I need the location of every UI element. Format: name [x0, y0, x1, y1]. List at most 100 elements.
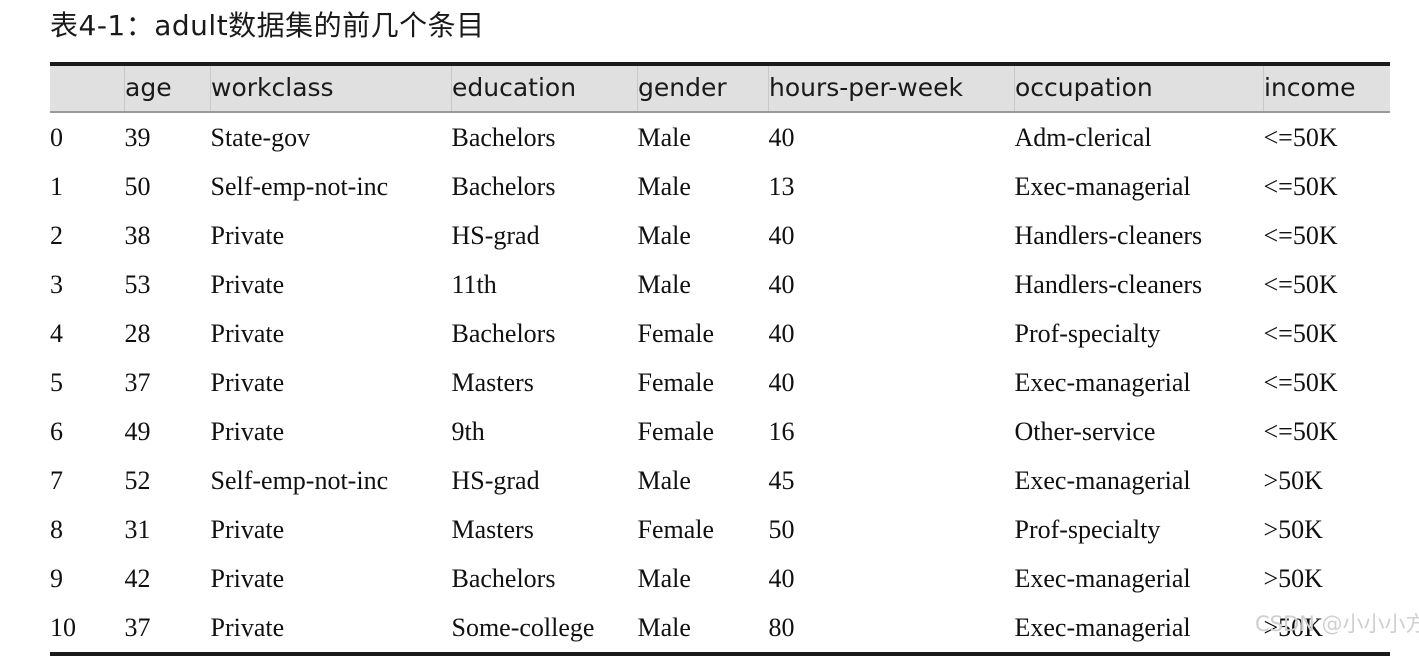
cell-age: 31 — [124, 515, 151, 544]
cell-hours-per-week: 40 — [768, 221, 795, 250]
cell-income: >50K — [1263, 603, 1390, 656]
cell-index: 4 — [50, 319, 63, 348]
cell-gender: Male — [637, 123, 691, 152]
cell-workclass: State-gov — [210, 123, 311, 152]
cell-education: 11th — [451, 270, 497, 299]
cell-hours-per-week: 40 — [768, 123, 795, 152]
cell-workclass: Private — [210, 417, 285, 446]
cell-index: 2 — [50, 221, 63, 250]
cell-income: >50K — [1263, 564, 1323, 593]
cell-gender: Female — [637, 368, 715, 397]
table-row[interactable]: 2 38 Private HS-grad Male 40 Handlers-cleaners… — [50, 211, 1390, 260]
dataframe-table: age workclass education gender hours-per… — [50, 62, 1390, 656]
cell-gender: Male — [637, 172, 691, 201]
cell-age: 42 — [124, 564, 151, 593]
cell-index: 3 — [50, 270, 63, 299]
column-header-age[interactable]: age — [124, 62, 211, 113]
column-header-gender[interactable]: gender — [637, 62, 769, 113]
cell-income: <=50K — [1263, 270, 1338, 299]
table-row[interactable]: 9 42 Private Bachelors Male 40 Exec-managerial… — [50, 554, 1390, 603]
column-header-hours-per-week[interactable]: hours-per-week — [768, 62, 1015, 113]
cell-education: HS-grad — [451, 466, 540, 495]
cell-occupation: Exec-managerial — [1014, 368, 1191, 397]
cell-hours-per-week: 40 — [768, 319, 795, 348]
cell-education: Bachelors — [451, 123, 556, 152]
cell-gender: Female — [637, 417, 715, 446]
table-row[interactable]: 4 28 Private Bachelors Female 40 Prof-specialt… — [50, 309, 1390, 358]
cell-hours-per-week: 16 — [768, 417, 795, 446]
table-row[interactable]: 10 37 Private Some-college Male 80 Exec-manage… — [50, 603, 1390, 656]
cell-occupation: Prof-specialty — [1014, 515, 1161, 544]
cell-occupation: Handlers-cleaners — [1014, 270, 1203, 299]
cell-income: >50K — [1263, 466, 1323, 495]
cell-index: 8 — [50, 515, 63, 544]
cell-workclass: Private — [210, 603, 452, 656]
cell-education: Bachelors — [451, 172, 556, 201]
cell-age: 53 — [124, 270, 151, 299]
cell-occupation: Adm-clerical — [1014, 123, 1152, 152]
cell-age: 50 — [124, 172, 151, 201]
cell-income: <=50K — [1263, 368, 1338, 397]
cell-age: 49 — [124, 417, 151, 446]
cell-hours-per-week: 45 — [768, 466, 795, 495]
table-row[interactable]: 7 52 Self-emp-not-inc HS-grad Male 45 Exec-man… — [50, 456, 1390, 505]
cell-gender: Male — [637, 221, 691, 250]
table-row[interactable]: 8 31 Private Masters Female 50 Prof-specialty >… — [50, 505, 1390, 554]
cell-occupation: Other-service — [1014, 417, 1156, 446]
cell-occupation: Handlers-cleaners — [1014, 221, 1203, 250]
cell-age: 28 — [124, 319, 151, 348]
cell-age: 52 — [124, 466, 151, 495]
dataframe-table-container: age workclass education gender hours-per… — [50, 62, 1390, 656]
column-header-workclass[interactable]: workclass — [210, 62, 452, 113]
cell-hours-per-week: 80 — [768, 603, 1015, 656]
cell-occupation: Prof-specialty — [1014, 319, 1161, 348]
cell-education: 9th — [451, 417, 485, 446]
table-body: 0 39 State-gov Bachelors Male 40 Adm-clerical <… — [50, 112, 1390, 656]
cell-income: <=50K — [1263, 172, 1338, 201]
cell-income: <=50K — [1263, 319, 1338, 348]
cell-education: Bachelors — [451, 564, 556, 593]
table-row[interactable]: 1 50 Self-emp-not-inc Bachelors Male 13 Exec-m… — [50, 162, 1390, 211]
cell-age: 39 — [124, 123, 151, 152]
cell-hours-per-week: 40 — [768, 270, 795, 299]
cell-workclass: Self-emp-not-inc — [210, 466, 389, 495]
table-row[interactable]: 3 53 Private 11th Male 40 Handlers-cleaners <=5… — [50, 260, 1390, 309]
cell-workclass: Private — [210, 270, 285, 299]
cell-education: Masters — [451, 515, 534, 544]
table-row[interactable]: 5 37 Private Masters Female 40 Exec-managerial… — [50, 358, 1390, 407]
cell-gender: Male — [637, 603, 769, 656]
cell-workclass: Private — [210, 564, 285, 593]
table-caption: 表4-1：adult数据集的前几个条目 — [50, 9, 485, 42]
cell-gender: Female — [637, 515, 715, 544]
column-header-education[interactable]: education — [451, 62, 638, 113]
table-row[interactable]: 6 49 Private 9th Female 16 Other-service <=50K — [50, 407, 1390, 456]
cell-hours-per-week: 40 — [768, 368, 795, 397]
cell-gender: Male — [637, 466, 691, 495]
column-header-income[interactable]: income — [1263, 62, 1390, 113]
cell-income: >50K — [1263, 515, 1323, 544]
table-header: age workclass education gender hours-per… — [50, 62, 1390, 113]
column-header-occupation[interactable]: occupation — [1014, 62, 1264, 113]
cell-index: 1 — [50, 172, 63, 201]
cell-workclass: Self-emp-not-inc — [210, 172, 389, 201]
cell-education: Masters — [451, 368, 534, 397]
table-header-row: age workclass education gender hours-per… — [50, 62, 1390, 113]
cell-index: 10 — [50, 603, 125, 656]
cell-workclass: Private — [210, 319, 285, 348]
cell-education: HS-grad — [451, 221, 540, 250]
cell-workclass: Private — [210, 515, 285, 544]
cell-hours-per-week: 40 — [768, 564, 795, 593]
cell-income: <=50K — [1263, 221, 1338, 250]
cell-hours-per-week: 50 — [768, 515, 795, 544]
cell-index: 7 — [50, 466, 63, 495]
cell-gender: Male — [637, 270, 691, 299]
cell-education: Some-college — [451, 603, 638, 656]
column-header-index[interactable] — [50, 62, 125, 113]
cell-occupation: Exec-managerial — [1014, 172, 1191, 201]
cell-age: 37 — [124, 603, 211, 656]
cell-index: 0 — [50, 123, 63, 152]
table-row[interactable]: 0 39 State-gov Bachelors Male 40 Adm-clerical <… — [50, 112, 1390, 162]
cell-workclass: Private — [210, 221, 285, 250]
cell-gender: Male — [637, 564, 691, 593]
cell-index: 6 — [50, 417, 63, 446]
